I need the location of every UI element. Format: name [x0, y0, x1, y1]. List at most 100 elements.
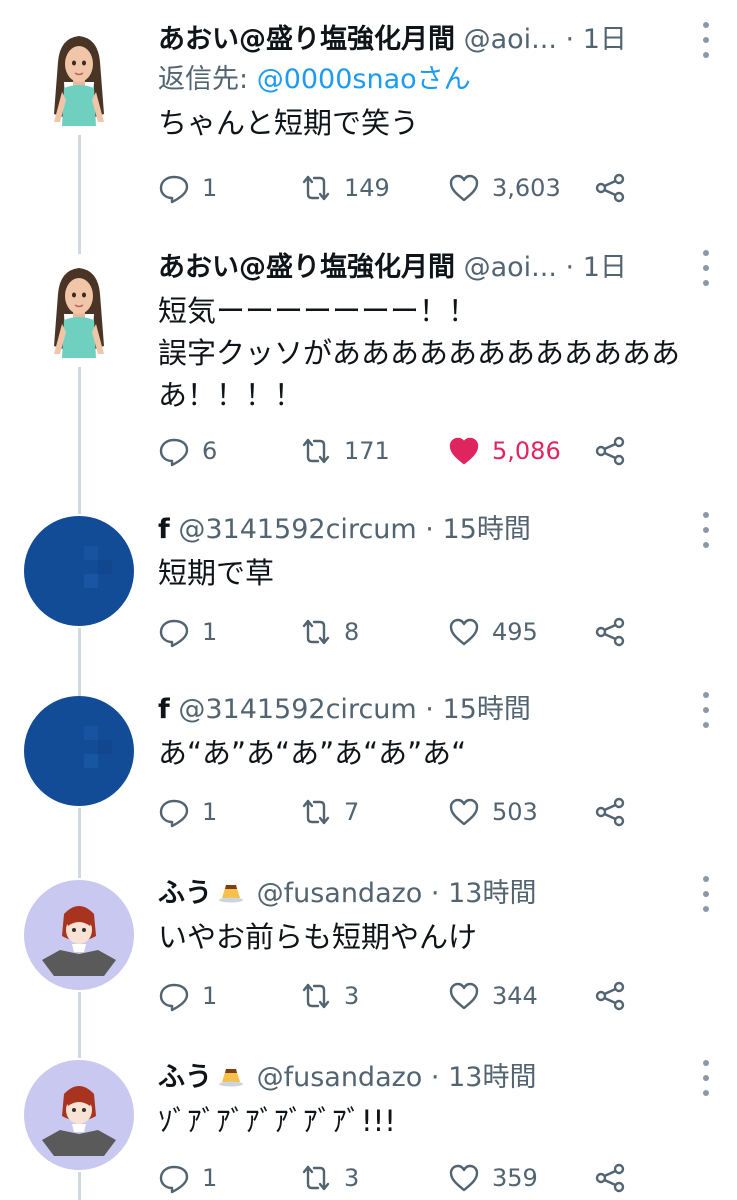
retweet-button[interactable]: 171 — [300, 431, 390, 471]
avatar[interactable] — [24, 880, 134, 990]
retweet-button[interactable]: 3 — [300, 1158, 359, 1198]
retweet-count: 171 — [344, 437, 390, 465]
timestamp[interactable]: 13時間 — [448, 1062, 536, 1093]
like-count: 495 — [492, 618, 538, 646]
retweet-icon — [302, 438, 330, 464]
retweet-icon — [302, 619, 330, 645]
like-button[interactable]: 359 — [448, 1158, 538, 1198]
like-button[interactable]: 3,603 — [448, 168, 561, 208]
retweet-icon — [302, 1165, 330, 1191]
reply-button[interactable]: 1 — [158, 612, 217, 652]
tweet-actions: 1 3 359 — [158, 1158, 737, 1198]
like-button[interactable]: 344 — [448, 976, 538, 1016]
tweet[interactable]: f @3141592circum · 15時間 短期で草 1 8 495 — [0, 500, 737, 680]
more-options-icon[interactable] — [701, 1060, 711, 1096]
user-handle[interactable]: @fusandazo — [257, 878, 423, 909]
retweet-button[interactable]: 8 — [300, 612, 359, 652]
display-name[interactable]: ふう — [158, 878, 212, 909]
avatar[interactable] — [24, 516, 134, 626]
reply-to: 返信先: @0000snaoさん — [158, 60, 719, 100]
avatar[interactable] — [24, 254, 134, 364]
reply-button[interactable]: 1 — [158, 1158, 217, 1198]
timestamp[interactable]: 15時間 — [442, 514, 530, 545]
more-options-icon[interactable] — [701, 876, 711, 912]
display-name[interactable]: f — [158, 694, 170, 725]
like-button[interactable]: 495 — [448, 612, 538, 652]
tweet-header: ふう @fusandazo · 13時間 — [158, 1058, 719, 1098]
share-button[interactable] — [594, 431, 626, 471]
reply-icon — [159, 175, 189, 204]
like-icon — [449, 982, 479, 1010]
display-name[interactable]: f — [158, 514, 170, 545]
tweet-actions: 1 149 3,603 — [158, 168, 737, 208]
reply-button[interactable]: 1 — [158, 792, 217, 832]
share-button[interactable] — [594, 1158, 626, 1198]
tweet[interactable]: ふう @fusandazo · 13時間 いやお前らも短期やんけ 1 3 344 — [0, 860, 737, 1040]
retweet-count: 149 — [344, 174, 390, 202]
separator-dot: · — [565, 252, 575, 283]
timestamp[interactable]: 1日 — [583, 24, 627, 55]
avatar-image — [24, 254, 134, 364]
reply-icon — [159, 619, 189, 648]
user-handle[interactable]: @aoi... — [464, 252, 557, 283]
like-count: 344 — [492, 982, 538, 1010]
retweet-icon — [302, 983, 330, 1009]
reply-icon — [159, 1165, 189, 1194]
retweet-button[interactable]: 149 — [300, 168, 390, 208]
avatar-image — [24, 516, 134, 626]
display-name[interactable]: ふう — [158, 1062, 212, 1093]
tweet-actions: 6 171 5,086 — [158, 431, 737, 471]
user-handle[interactable]: @3141592circum — [178, 694, 416, 725]
timestamp[interactable]: 15時間 — [442, 694, 530, 725]
reply-mention[interactable]: @0000snaoさん — [257, 64, 471, 95]
share-button[interactable] — [594, 976, 626, 1016]
like-icon — [449, 437, 479, 465]
share-icon — [595, 617, 625, 647]
share-button[interactable] — [594, 792, 626, 832]
tweet[interactable]: あおい@盛り塩強化月間 @aoi... · 1日 短気ーーーーーーー！！ 誤字ク… — [0, 240, 737, 500]
like-count: 359 — [492, 1164, 538, 1192]
reply-count: 1 — [202, 1164, 218, 1192]
like-button[interactable]: 503 — [448, 792, 538, 832]
timestamp[interactable]: 1日 — [583, 252, 627, 283]
reply-button[interactable]: 1 — [158, 976, 217, 1016]
retweet-button[interactable]: 3 — [300, 976, 359, 1016]
tweet-header: ふう @fusandazo · 13時間 — [158, 874, 719, 914]
like-icon — [449, 174, 479, 202]
tweet[interactable]: f @3141592circum · 15時間 あ“あ”あ“あ”あ“あ”あ“ 1… — [0, 680, 737, 860]
timestamp[interactable]: 13時間 — [448, 878, 536, 909]
display-name[interactable]: あおい@盛り塩強化月間 — [158, 24, 455, 55]
display-name[interactable]: あおい@盛り塩強化月間 — [158, 252, 455, 283]
retweet-button[interactable]: 7 — [300, 792, 359, 832]
separator-dot: · — [430, 878, 440, 909]
user-handle[interactable]: @aoi... — [464, 24, 557, 55]
reply-button[interactable]: 6 — [158, 431, 217, 471]
tweet-header: f @3141592circum · 15時間 — [158, 510, 719, 550]
tweet[interactable]: あおい@盛り塩強化月間 @aoi... · 1日 返信先: @0000snaoさ… — [0, 0, 737, 240]
user-handle[interactable]: @3141592circum — [178, 514, 416, 545]
avatar-image — [24, 22, 134, 132]
tweet[interactable]: ふう @fusandazo · 13時間 ｿﾞｱﾞｱﾞｱﾞｱﾞｱﾞｱﾞ!!! 1… — [0, 1040, 737, 1200]
more-options-icon[interactable] — [701, 22, 711, 58]
user-handle[interactable]: @fusandazo — [257, 1062, 423, 1093]
like-icon — [449, 798, 479, 826]
avatar[interactable] — [24, 22, 134, 132]
share-icon — [595, 436, 625, 466]
more-options-icon[interactable] — [701, 250, 711, 286]
share-button[interactable] — [594, 168, 626, 208]
tweet-text: いやお前らも短期やんけ — [158, 920, 478, 954]
tweet-text: ちゃんと短期で笑う — [158, 106, 420, 140]
like-button[interactable]: 5,086 — [448, 431, 561, 471]
retweet-icon — [302, 799, 330, 825]
share-button[interactable] — [594, 612, 626, 652]
more-options-icon[interactable] — [701, 512, 711, 548]
like-count: 503 — [492, 798, 538, 826]
more-options-icon[interactable] — [701, 692, 711, 728]
reply-button[interactable]: 1 — [158, 168, 217, 208]
tweet-actions: 1 3 344 — [158, 976, 737, 1016]
separator-dot: · — [430, 1062, 440, 1093]
avatar[interactable] — [24, 1060, 134, 1170]
reply-count: 1 — [202, 798, 218, 826]
reply-to-label: 返信先: — [158, 64, 249, 95]
avatar[interactable] — [24, 696, 134, 806]
